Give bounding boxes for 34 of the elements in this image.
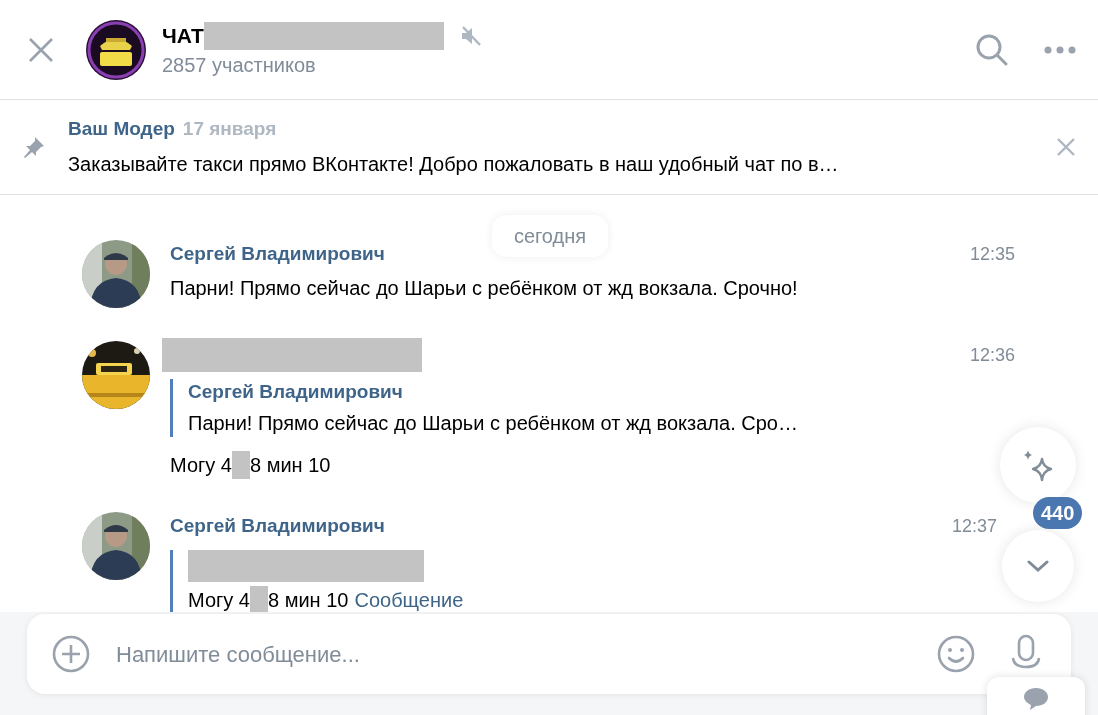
close-icon xyxy=(1056,137,1076,157)
message-text: 8 мин 10 xyxy=(250,453,331,478)
more-icon xyxy=(1044,45,1076,54)
message-text: Парни! Прямо сейчас до Шарьи с ребёнком от жд вокзала. Сро… xyxy=(188,411,799,436)
sender-name[interactable]: Сергей Владимирович xyxy=(170,511,385,541)
redaction-bar xyxy=(250,586,268,612)
emoji-icon[interactable] xyxy=(937,635,975,673)
message-text: Могу 4 xyxy=(170,453,232,478)
message-time: 12:37 xyxy=(951,514,997,538)
message-text: Парни! Прямо сейчас до Шарьи с ребёнком от жд вокзала. Срочно! xyxy=(170,277,798,299)
chat-bubble-icon xyxy=(1023,687,1049,711)
message-input[interactable]: Напишите сообщение... xyxy=(116,637,937,671)
message-composer[interactable]: Напишите сообщение... xyxy=(27,614,1071,694)
message-text: Могу 4 xyxy=(188,588,250,612)
pin-icon xyxy=(22,135,46,159)
chat-title: ЧАТ xyxy=(162,22,204,49)
quoted-sender[interactable]: Сергей Владимирович xyxy=(188,379,1015,405)
chevron-down-icon xyxy=(1027,560,1049,572)
search-icon xyxy=(975,32,1009,67)
message-link[interactable]: Сообщение xyxy=(354,586,464,612)
date-separator: сегодня xyxy=(491,215,609,257)
close-icon xyxy=(28,36,54,63)
redaction-bar xyxy=(232,451,250,479)
pinned-date: 17 января xyxy=(182,116,277,141)
member-count: 2857 участников xyxy=(162,52,317,78)
message-text: 8 мин 10 xyxy=(268,588,349,612)
add-icon[interactable] xyxy=(52,635,90,673)
pinned-author[interactable]: Ваш Модер xyxy=(68,114,175,144)
sender-name[interactable]: Сергей Владимирович xyxy=(170,239,385,269)
unread-badge: 440 xyxy=(1033,497,1083,529)
message-time: 12:35 xyxy=(969,242,1015,266)
message-time: 12:36 xyxy=(969,343,1015,367)
pinned-message[interactable]: Заказывайте такси прямо ВКонтакте! Добро пожаловать в наш удобный чат по в… xyxy=(68,149,1054,180)
chat-panel-button[interactable] xyxy=(987,677,1085,715)
